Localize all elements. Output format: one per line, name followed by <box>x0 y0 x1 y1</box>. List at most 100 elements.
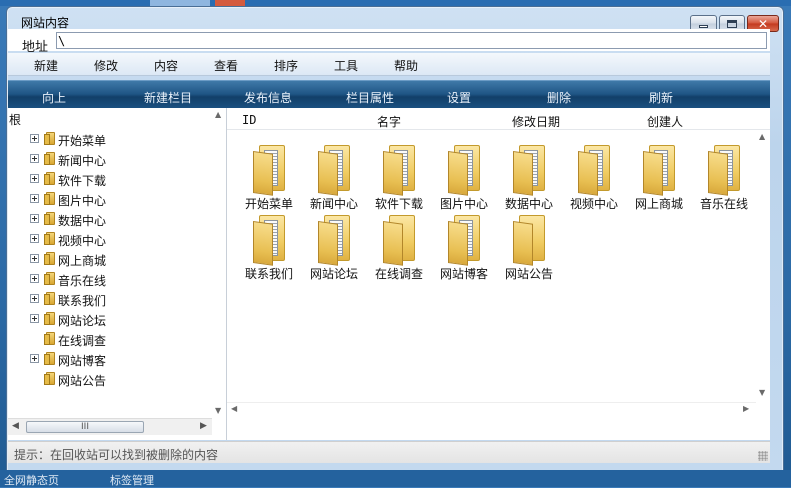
menu-help[interactable]: 帮助 <box>394 57 418 74</box>
folder-tile[interactable]: 数据中心 <box>497 145 561 215</box>
tree-root[interactable]: 根 <box>9 111 21 128</box>
toolbar-new-column-button[interactable]: 新建栏目 <box>144 89 192 106</box>
tree-item-label: 网站博客 <box>58 354 107 368</box>
tree-item[interactable]: 网站论坛 <box>8 309 213 329</box>
folder-icon <box>513 145 545 196</box>
folder-tile[interactable]: 软件下载 <box>367 145 431 215</box>
tree-item[interactable]: 网站博客 <box>8 349 213 369</box>
tree-item-label: 网上商城 <box>58 254 107 268</box>
tree-item[interactable]: 联系我们 <box>8 289 213 309</box>
toolbar-column-properties-button[interactable]: 栏目属性 <box>346 89 394 106</box>
list-horizontal-scrollbar[interactable]: ◀ ▶ <box>227 402 756 416</box>
expand-plus-icon[interactable] <box>30 294 39 303</box>
address-bar: 地址 <box>8 29 770 55</box>
list-vertical-scrollbar[interactable]: ▲ ▼ <box>756 130 770 412</box>
folder-tile[interactable]: 网站论坛 <box>302 215 366 285</box>
expand-plus-icon[interactable] <box>30 314 39 323</box>
column-header-modified[interactable]: 修改日期 <box>512 113 560 130</box>
folder-tile[interactable]: 图片中心 <box>432 145 496 215</box>
folder-icon <box>44 212 56 225</box>
toolbar-up-button[interactable]: 向上 <box>42 89 66 106</box>
folder-tile[interactable]: 视频中心 <box>562 145 626 215</box>
tree-item-label: 开始菜单 <box>58 134 107 148</box>
expand-plus-icon[interactable] <box>30 194 39 203</box>
expand-plus-icon[interactable] <box>30 354 39 363</box>
scroll-up-icon[interactable]: ▲ <box>215 110 221 119</box>
desktop-taskbar: 全网静态页 标签管理 <box>0 470 791 487</box>
tree-item-label: 数据中心 <box>58 214 107 228</box>
menu-new[interactable]: 新建 <box>34 57 58 74</box>
folder-tile[interactable]: 新闻中心 <box>302 145 366 215</box>
taskbar-item[interactable]: 全网静态页 <box>4 472 59 488</box>
column-header-id[interactable]: ID <box>242 113 256 127</box>
column-header-name[interactable]: 名字 <box>377 113 401 130</box>
tree-horizontal-scrollbar[interactable]: ◀ III ▶ <box>8 418 212 435</box>
menu-edit[interactable]: 修改 <box>94 57 118 74</box>
expand-plus-icon[interactable] <box>30 274 39 283</box>
menu-sort[interactable]: 排序 <box>274 57 298 74</box>
folder-tile[interactable]: 在线调查 <box>367 215 431 285</box>
scroll-down-icon[interactable]: ▼ <box>215 406 221 415</box>
scroll-up-icon[interactable]: ▲ <box>759 132 765 141</box>
tree-item[interactable]: 数据中心 <box>8 209 213 229</box>
folder-tile[interactable]: 网站博客 <box>432 215 496 285</box>
folder-icon <box>44 172 56 185</box>
tree-item-label: 联系我们 <box>58 294 107 308</box>
list-header: ID 名字 修改日期 创建人 <box>227 108 770 130</box>
minimize-icon <box>699 24 708 28</box>
folder-icon <box>44 232 56 245</box>
tree-item[interactable]: 网站公告 <box>8 369 213 389</box>
status-bar: 提示：在回收站可以找到被删除的内容 <box>8 441 770 463</box>
folder-tile-label: 音乐在线 <box>699 197 748 211</box>
tree-item[interactable]: 在线调查 <box>8 329 213 349</box>
folder-tile[interactable]: 网上商城 <box>627 145 691 215</box>
taskbar-item[interactable]: 标签管理 <box>110 472 154 488</box>
folder-icon <box>44 252 56 265</box>
folder-tile[interactable]: 联系我们 <box>237 215 301 285</box>
scroll-down-icon[interactable]: ▼ <box>759 388 765 397</box>
expand-plus-icon[interactable] <box>30 174 39 183</box>
folder-icon <box>253 215 285 266</box>
tree-item[interactable]: 开始菜单 <box>8 129 213 149</box>
toolbar-publish-button[interactable]: 发布信息 <box>244 89 292 106</box>
expand-plus-icon[interactable] <box>30 154 39 163</box>
tree-pane: 根 开始菜单 新闻中心 软件下载图片中心数据中心 视频中心网上商城 音乐在线联系我们网站… <box>8 108 227 440</box>
scroll-right-icon[interactable]: ▶ <box>743 404 749 413</box>
menu-view[interactable]: 查看 <box>214 57 238 74</box>
menu-content[interactable]: 内容 <box>154 57 178 74</box>
tree-item-label: 网站论坛 <box>58 314 107 328</box>
folder-icon <box>318 145 350 196</box>
expand-plus-icon[interactable] <box>30 214 39 223</box>
tree-item-label: 图片中心 <box>58 194 107 208</box>
scroll-thumb[interactable]: III <box>26 421 144 433</box>
tree-item[interactable]: 视频中心 <box>8 229 213 249</box>
toolbar-delete-button[interactable]: 删除 <box>547 89 571 106</box>
tree-item[interactable]: 网上商城 <box>8 249 213 269</box>
folder-icon <box>44 152 56 165</box>
scroll-right-icon[interactable]: ▶ <box>200 421 207 431</box>
tree-item[interactable]: 新闻中心 <box>8 149 213 169</box>
folder-tile[interactable]: 音乐在线 <box>692 145 756 215</box>
list-body: 开始菜单 新闻中心 软件下载 图片中心 数据中心 视频中心 网上商城 音乐在线联系我们 网站论坛… <box>227 131 755 393</box>
expand-plus-icon[interactable] <box>30 134 39 143</box>
expand-plus-icon[interactable] <box>30 254 39 263</box>
expand-plus-icon[interactable] <box>30 234 39 243</box>
address-input[interactable] <box>56 32 767 49</box>
tree-item[interactable]: 音乐在线 <box>8 269 213 289</box>
toolbar: 向上 新建栏目 发布信息 栏目属性 设置 删除 刷新 <box>8 80 770 110</box>
resize-grip-icon[interactable] <box>758 451 768 461</box>
toolbar-settings-button[interactable]: 设置 <box>447 89 471 106</box>
tree-item[interactable]: 图片中心 <box>8 189 213 209</box>
tree-vertical-scrollbar[interactable]: ▲ ▼ <box>212 108 226 418</box>
folder-tile[interactable]: 开始菜单 <box>237 145 301 215</box>
folder-icon <box>44 312 56 325</box>
folder-tile[interactable]: 网站公告 <box>497 215 561 285</box>
folder-icon <box>643 145 675 196</box>
status-hint: 提示：在回收站可以找到被删除的内容 <box>14 448 219 462</box>
menu-tools[interactable]: 工具 <box>334 57 358 74</box>
tree-item[interactable]: 软件下载 <box>8 169 213 189</box>
column-header-creator[interactable]: 创建人 <box>647 113 683 130</box>
scroll-left-icon[interactable]: ◀ <box>231 404 237 413</box>
scroll-left-icon[interactable]: ◀ <box>12 421 19 431</box>
toolbar-refresh-button[interactable]: 刷新 <box>649 89 673 106</box>
